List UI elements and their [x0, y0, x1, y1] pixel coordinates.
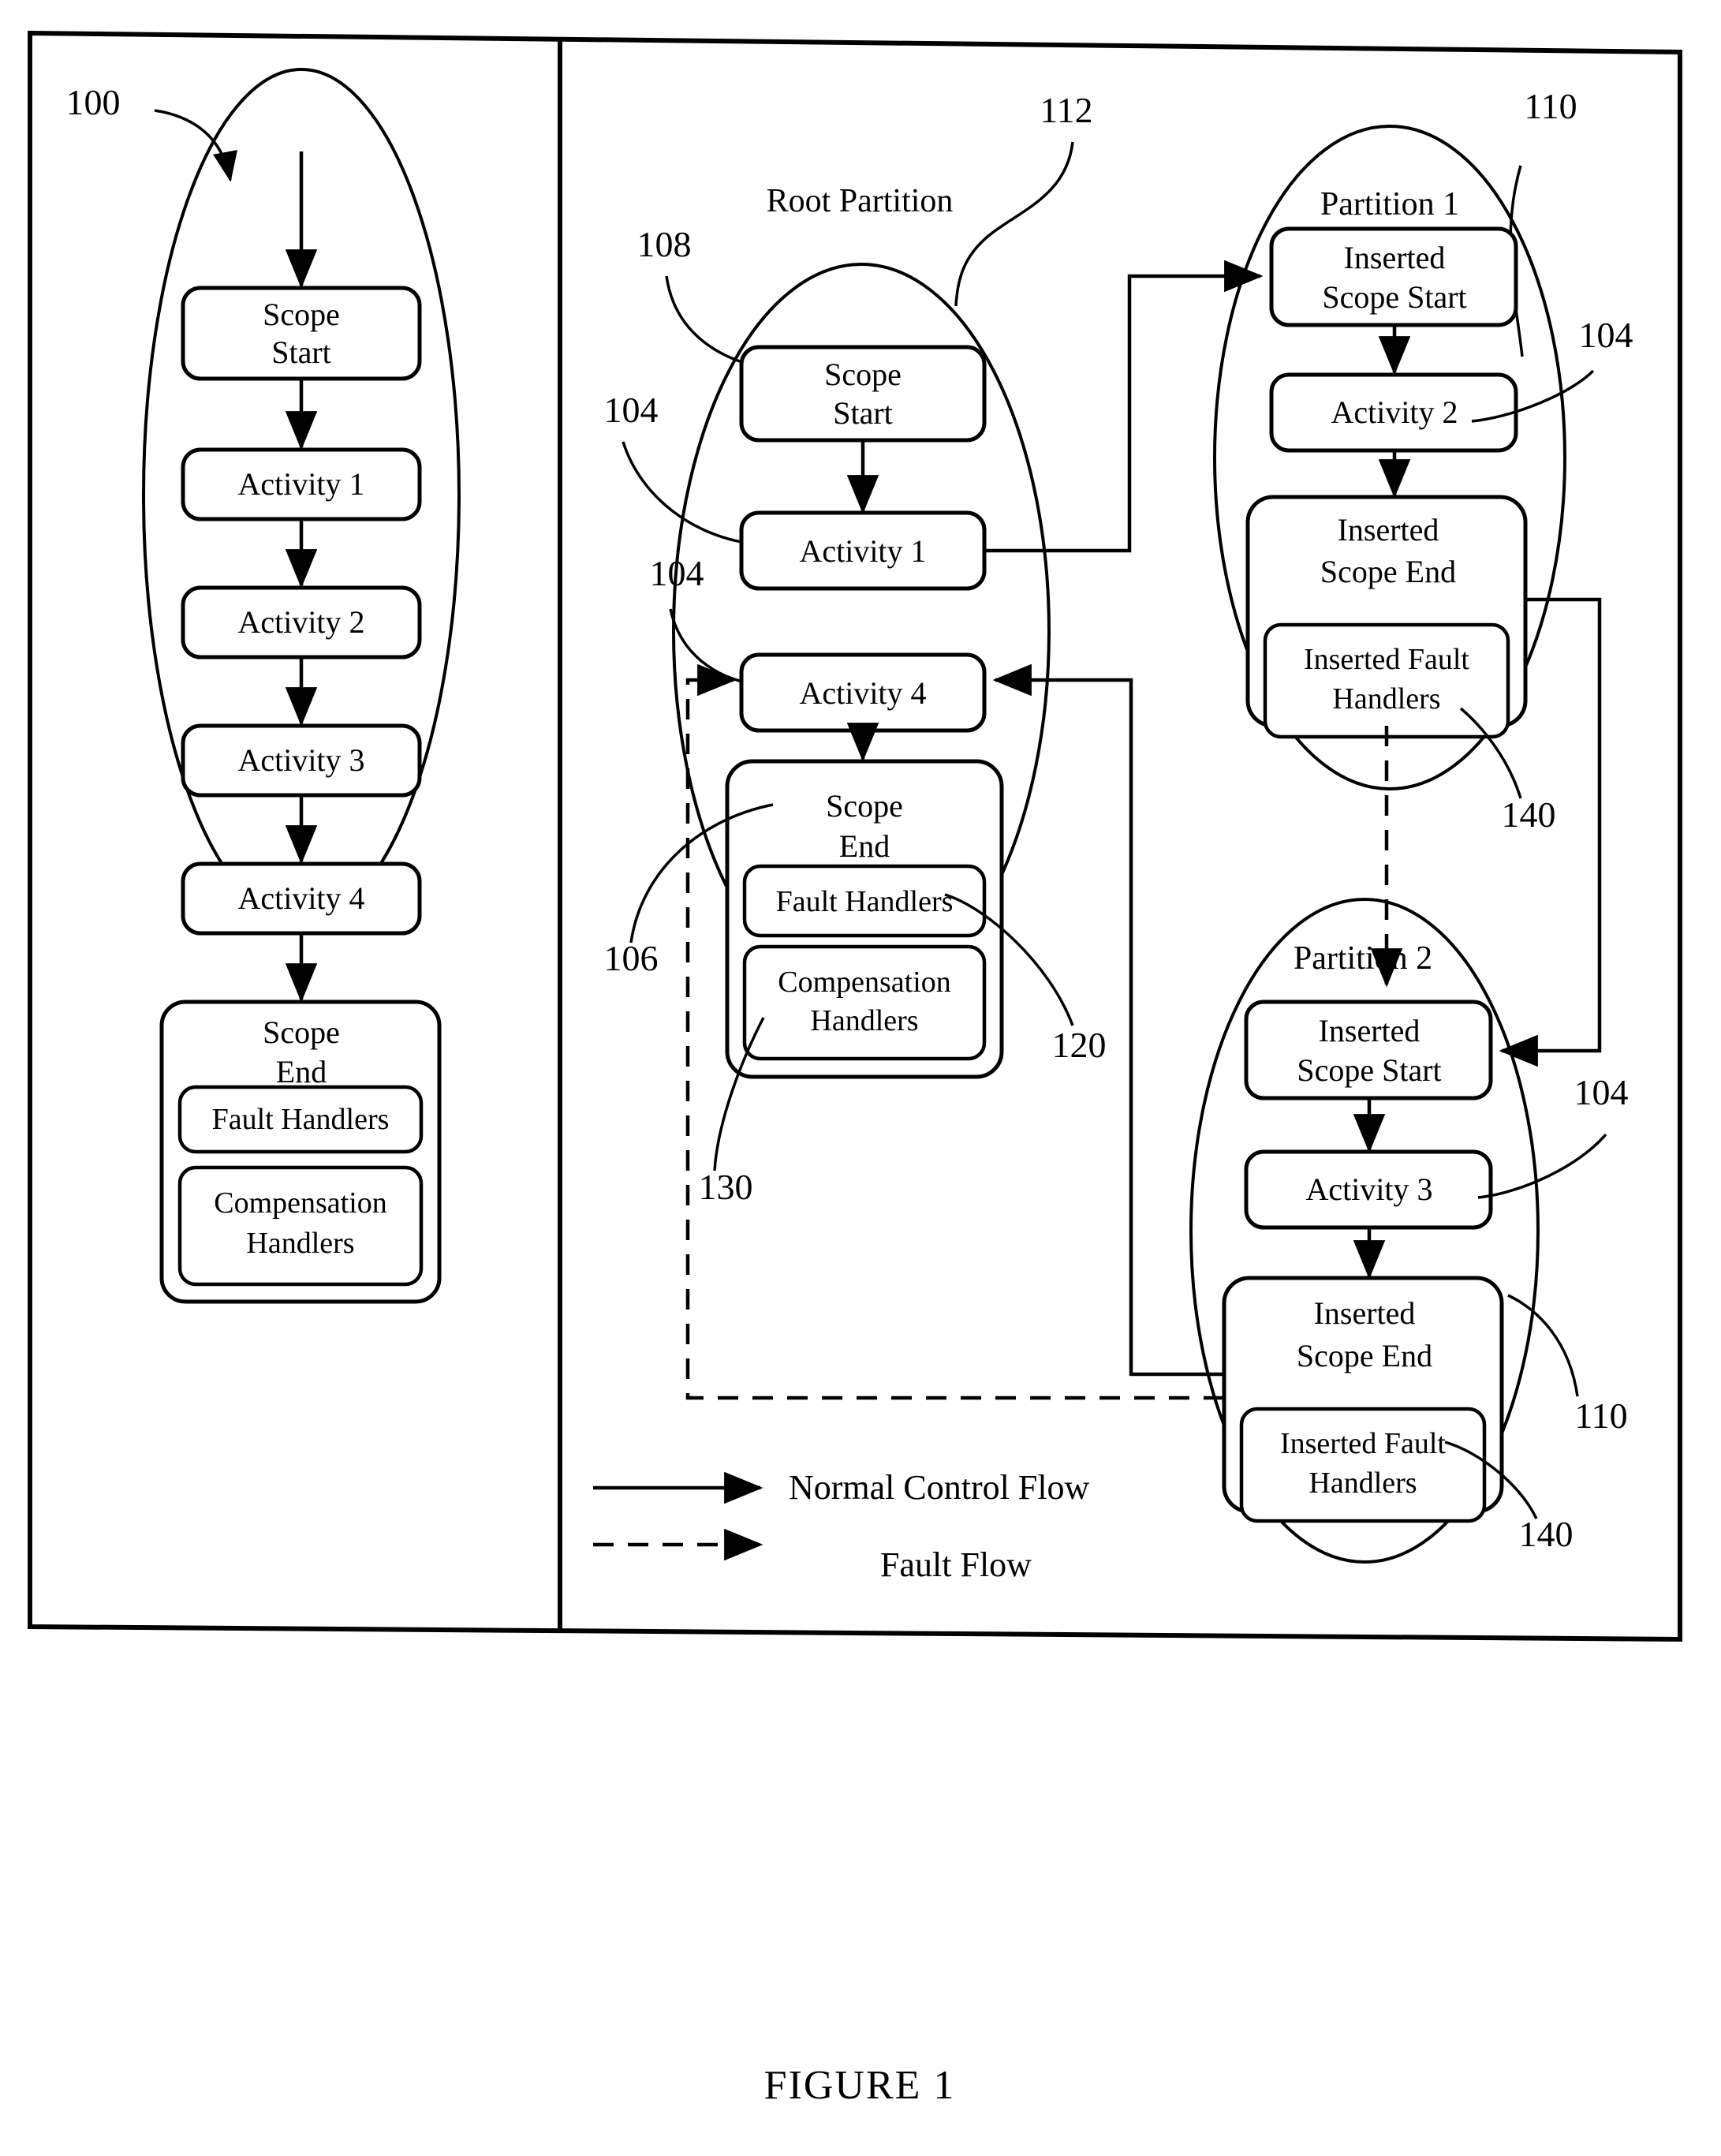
- p1-node-inserted-scope-start: Inserted Scope Start: [1269, 226, 1518, 327]
- left-compensation-handlers-line1: Compensation: [214, 1186, 387, 1220]
- p2-iss-line2: Scope Start: [1297, 1052, 1441, 1088]
- flow-partition2-to-activity4: [992, 663, 1224, 1377]
- p1-ifh-line1: Inserted Fault: [1304, 643, 1469, 676]
- p2-ifh-line2: Handlers: [1308, 1467, 1417, 1500]
- p1-ise-line1: Inserted: [1338, 512, 1439, 547]
- root-compensation-handlers-line2: Handlers: [810, 1004, 918, 1037]
- p2-iss-line1: Inserted: [1319, 1013, 1420, 1048]
- p2-activity-3-label: Activity 3: [1305, 1171, 1432, 1207]
- p2-node-inserted-scope-start: Inserted Scope Start: [1244, 1000, 1493, 1100]
- right-panel-partitioned-process: Root Partition 112 108 Scope Start 104 A…: [593, 86, 1633, 1584]
- p2-ise-line1: Inserted: [1314, 1295, 1416, 1331]
- p1-iss-line2: Scope Start: [1322, 279, 1466, 315]
- root-activity-4-label: Activity 4: [799, 675, 926, 711]
- p1-activity-2-label: Activity 2: [1331, 394, 1458, 430]
- left-scope-end-line2: End: [276, 1054, 327, 1089]
- left-node-fault-handlers: Fault Handlers: [177, 1085, 424, 1154]
- left-node-activity-4: Activity 4: [181, 861, 422, 936]
- left-scope-start-line2: Start: [271, 334, 331, 370]
- root-node-activity-4: Activity 4: [739, 652, 987, 733]
- figure-canvas: 100 Scope Start Activity 1 Activity 2 Ac…: [0, 0, 1721, 2156]
- left-node-scope-end: Scope End Fault Handlers Compensation Ha…: [159, 1000, 442, 1304]
- flow-activity1-to-partition1: [984, 260, 1264, 553]
- root-node-scope-start: Scope Start: [739, 345, 987, 443]
- root-scope-start-line2: Start: [833, 395, 893, 431]
- left-fault-handlers-label: Fault Handlers: [212, 1103, 390, 1136]
- p1-ise-line2: Scope End: [1320, 554, 1456, 589]
- ref-label-112: 112: [1040, 90, 1092, 130]
- ref-label-104-activity1: 104: [604, 390, 659, 430]
- figure-caption: FIGURE 1: [764, 2063, 956, 2108]
- leader-112: [954, 141, 1074, 307]
- legend-normal-flow-label: Normal Control Flow: [789, 1468, 1090, 1507]
- root-scope-end-line1: Scope: [826, 788, 903, 824]
- patent-figure-svg: 100 Scope Start Activity 1 Activity 2 Ac…: [28, 30, 1682, 2108]
- p2-node-inserted-fault-handlers: Inserted Fault Handlers: [1239, 1407, 1487, 1523]
- left-compensation-handlers-line2: Handlers: [246, 1227, 354, 1260]
- partition-1-group: 110 Partition 1 Inserted Scope Start Act…: [1213, 86, 1633, 835]
- p1-iss-line1: Inserted: [1344, 240, 1446, 275]
- partition-2-title: Partition 2: [1294, 940, 1432, 977]
- partition-2-group: Partition 2 Inserted Scope Start Activit…: [1189, 898, 1629, 1564]
- left-activity-3-label: Activity 3: [237, 742, 364, 778]
- left-node-activity-1: Activity 1: [181, 447, 422, 521]
- left-activity-2-label: Activity 2: [237, 604, 364, 640]
- root-partition-title: Root Partition: [767, 183, 954, 219]
- left-node-activity-2: Activity 2: [181, 585, 422, 660]
- ref-label-100: 100: [66, 82, 121, 122]
- p2-ise-line2: Scope End: [1297, 1338, 1432, 1373]
- left-panel-original-process: 100 Scope Start Activity 1 Activity 2 Ac…: [66, 68, 461, 1304]
- left-scope-end-line1: Scope: [263, 1014, 340, 1050]
- ref-label-104-p2: 104: [1574, 1072, 1629, 1112]
- ref-label-110-p1: 110: [1524, 86, 1577, 126]
- left-node-activity-3: Activity 3: [181, 723, 422, 798]
- ref-label-108: 108: [637, 224, 692, 264]
- leader-104-p2: [1477, 1133, 1607, 1199]
- legend-fault-flow-label: Fault Flow: [880, 1545, 1032, 1584]
- root-compensation-handlers-line1: Compensation: [778, 966, 951, 999]
- ref-label-130: 130: [699, 1167, 753, 1207]
- leader-100: [154, 109, 238, 182]
- root-node-fault-handlers: Fault Handlers: [742, 864, 987, 938]
- p1-ifh-line2: Handlers: [1332, 682, 1440, 716]
- leader-104-activity1: [622, 441, 758, 546]
- left-activity-1-label: Activity 1: [237, 466, 364, 502]
- root-node-activity-1: Activity 1: [739, 510, 987, 591]
- left-node-scope-start: Scope Start: [181, 286, 422, 381]
- p2-node-inserted-scope-end: Inserted Scope End Inserted Fault Handle…: [1222, 1276, 1504, 1523]
- partition-1-title: Partition 1: [1320, 186, 1459, 222]
- p2-ifh-line1: Inserted Fault: [1280, 1427, 1446, 1460]
- left-node-compensation-handlers: Compensation Handlers: [177, 1165, 424, 1287]
- left-scope-start-line1: Scope: [263, 297, 340, 332]
- root-fault-handlers-label: Fault Handlers: [776, 885, 954, 918]
- root-scope-start-line1: Scope: [824, 357, 902, 392]
- root-partition-group: Root Partition 112 108 Scope Start 104 A…: [604, 90, 1107, 1207]
- ref-label-104-p1: 104: [1579, 315, 1633, 355]
- ref-label-104-activity4: 104: [650, 553, 704, 593]
- ref-label-120: 120: [1052, 1025, 1107, 1065]
- ref-label-140-p2: 140: [1519, 1514, 1574, 1554]
- root-node-scope-end: Scope End Fault Handlers Compensation Ha…: [725, 759, 1004, 1079]
- left-activity-4-label: Activity 4: [237, 880, 364, 916]
- ref-label-106: 106: [604, 938, 659, 978]
- root-node-compensation-handlers: Compensation Handlers: [742, 944, 987, 1061]
- legend-group: Normal Control Flow Fault Flow: [593, 1468, 1090, 1584]
- root-scope-end-line2: End: [839, 828, 890, 864]
- ref-label-140-p1: 140: [1502, 794, 1556, 835]
- p1-node-activity-2: Activity 2: [1269, 372, 1518, 453]
- root-activity-1-label: Activity 1: [799, 533, 926, 569]
- p2-node-activity-3: Activity 3: [1244, 1149, 1493, 1230]
- p1-node-inserted-scope-end: Inserted Scope End Inserted Fault Handle…: [1245, 495, 1528, 739]
- ref-label-110-p2: 110: [1574, 1396, 1627, 1436]
